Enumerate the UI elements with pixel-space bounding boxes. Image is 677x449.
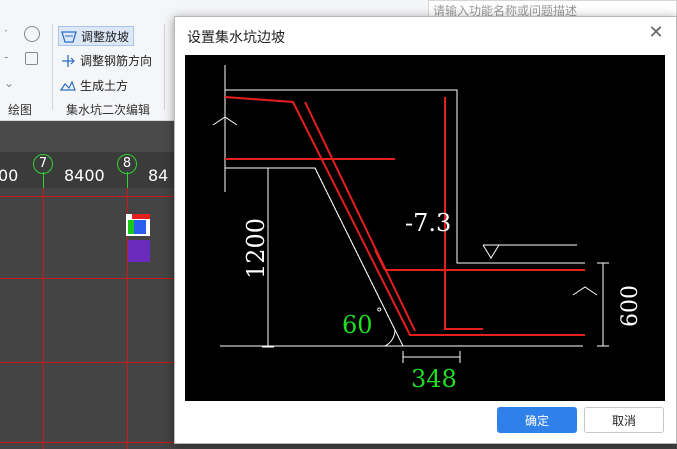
ok-button[interactable]: 确定	[497, 407, 577, 433]
close-icon[interactable]: ✕	[646, 23, 666, 43]
elevation-marker	[482, 244, 500, 259]
slope-outline-line	[225, 167, 583, 347]
bottom-width-input[interactable]: 348	[411, 365, 457, 393]
cancel-button[interactable]: 取消	[584, 407, 664, 433]
angle-arc	[384, 329, 396, 347]
group-label-draw: 绘图	[8, 103, 33, 117]
height-label: 1200	[242, 218, 270, 279]
axis-tick	[127, 172, 128, 188]
slope-adjust-icon	[61, 31, 77, 43]
axis-tick	[43, 172, 44, 188]
slope-diagram-svg: -7.3 1200 600 60 ° 348	[212, 65, 643, 393]
earthwork-icon	[60, 80, 76, 91]
right-height-label: 600	[618, 285, 643, 327]
grid-line	[43, 152, 44, 449]
dash-icon[interactable]: -	[4, 50, 8, 64]
axis-label-8[interactable]: 8	[117, 154, 137, 174]
generate-earthwork-button[interactable]: 生成土方	[58, 76, 132, 96]
sump-pit-element[interactable]	[126, 214, 152, 262]
rect-icon[interactable]	[25, 52, 38, 65]
dimension-label: 00	[0, 166, 19, 185]
grid-line	[127, 152, 128, 449]
group-label-sump-edit: 集水坑二次编辑	[66, 103, 151, 117]
degree-symbol: °	[376, 306, 383, 321]
dot-icon[interactable]: ·	[4, 24, 8, 38]
pit-outline-line	[225, 89, 585, 264]
adjust-rebar-direction-label: 调整钢筋方向	[80, 54, 153, 68]
dimension-label: 84	[148, 166, 169, 185]
adjust-slope-button[interactable]: 调整放坡	[58, 26, 135, 46]
elevation-label: -7.3	[405, 209, 451, 237]
ribbon-separator	[52, 24, 53, 110]
measure-icon[interactable]	[24, 26, 40, 42]
dropdown-icon[interactable]: ⌄	[4, 76, 14, 90]
ribbon-separator	[164, 24, 165, 110]
generate-earthwork-label: 生成土方	[80, 79, 129, 93]
dimension-label: 8400	[64, 166, 105, 185]
adjust-rebar-direction-button[interactable]: 调整钢筋方向	[58, 51, 156, 71]
axis-label-7[interactable]: 7	[33, 154, 53, 174]
rebar-direction-icon	[62, 55, 75, 67]
break-symbol-right	[572, 286, 598, 296]
slope-diagram: -7.3 1200 600 60 ° 348	[185, 55, 665, 401]
dialog-title: 设置集水坑边坡	[187, 30, 285, 46]
adjust-slope-label: 调整放坡	[81, 30, 130, 44]
sump-slope-dialog: 设置集水坑边坡 ✕ -7.3 1200 600 60 ° 348 确定 取消	[174, 16, 677, 444]
angle-input[interactable]: 60	[342, 311, 373, 339]
rebar-slope-line	[304, 101, 416, 332]
